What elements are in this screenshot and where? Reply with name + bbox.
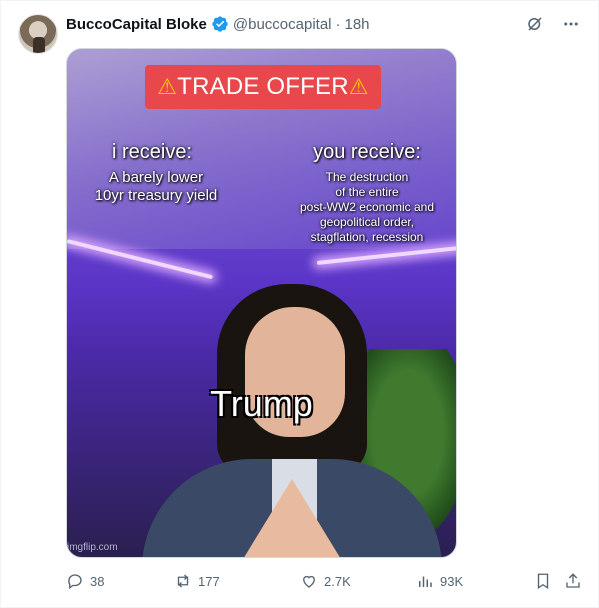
meme-caption: Trump (210, 383, 313, 424)
you-receive-line: stagflation, recession (310, 230, 424, 244)
share-icon (566, 573, 580, 588)
author-name[interactable]: BuccoCapital Bloke (66, 16, 207, 33)
banner-text: TRADE OFFER (177, 73, 349, 100)
you-receive-line: geopolitical order, (319, 215, 415, 229)
receive-line: A barely lower (108, 169, 204, 186)
warning-icon: ⚠ (157, 74, 178, 99)
views-button[interactable]: 93K (416, 572, 463, 590)
warning-icon: ⚠ (348, 74, 369, 99)
you-receive-line: post-WW2 economic and (299, 200, 435, 214)
views-icon (419, 576, 432, 587)
meme-image[interactable]: ⚠ TRADE OFFER ⚠ i receive: A barely lowe… (66, 48, 457, 558)
like-count: 2.7K (324, 573, 351, 589)
reply-icon (68, 574, 82, 590)
author-handle[interactable]: @buccocapital (233, 16, 332, 33)
avatar[interactable] (18, 14, 58, 54)
heart-icon (303, 575, 315, 588)
bookmark-button[interactable] (534, 572, 552, 590)
repost-icon (177, 574, 189, 588)
post-time[interactable]: 18h (345, 16, 370, 33)
grok-icon[interactable] (525, 14, 545, 34)
like-button[interactable]: 2.7K (300, 572, 351, 590)
reply-button[interactable]: 38 (66, 572, 104, 590)
watermark: imgflip.com (67, 542, 118, 553)
more-icon[interactable] (561, 14, 581, 34)
share-button[interactable] (564, 572, 582, 590)
you-receive-body: The destruction of the entire post-WW2 e… (277, 170, 456, 245)
you-receive-line: The destruction (325, 170, 409, 184)
you-receive-line: of the entire (335, 185, 399, 199)
views-count: 93K (440, 573, 464, 589)
action-bar: 38 177 2.7K 93K (66, 572, 586, 592)
separator-dot: · (335, 15, 341, 33)
trade-offer-banner: ⚠ TRADE OFFER ⚠ (145, 65, 381, 109)
receive-heading: i receive: (111, 141, 193, 163)
receive-line: 10yr treasury yield (94, 187, 218, 204)
tweet-header: BuccoCapital Bloke @buccocapital · 18h (66, 14, 370, 34)
you-receive-heading: you receive: (313, 141, 421, 163)
repost-count: 177 (198, 573, 220, 589)
reply-count: 38 (90, 573, 105, 589)
verified-badge-icon (211, 15, 229, 33)
bookmark-icon (537, 573, 549, 590)
top-actions (525, 14, 581, 34)
repost-button[interactable]: 177 (174, 572, 220, 590)
receive-body: A barely lower 10yr treasury yield (71, 169, 241, 205)
